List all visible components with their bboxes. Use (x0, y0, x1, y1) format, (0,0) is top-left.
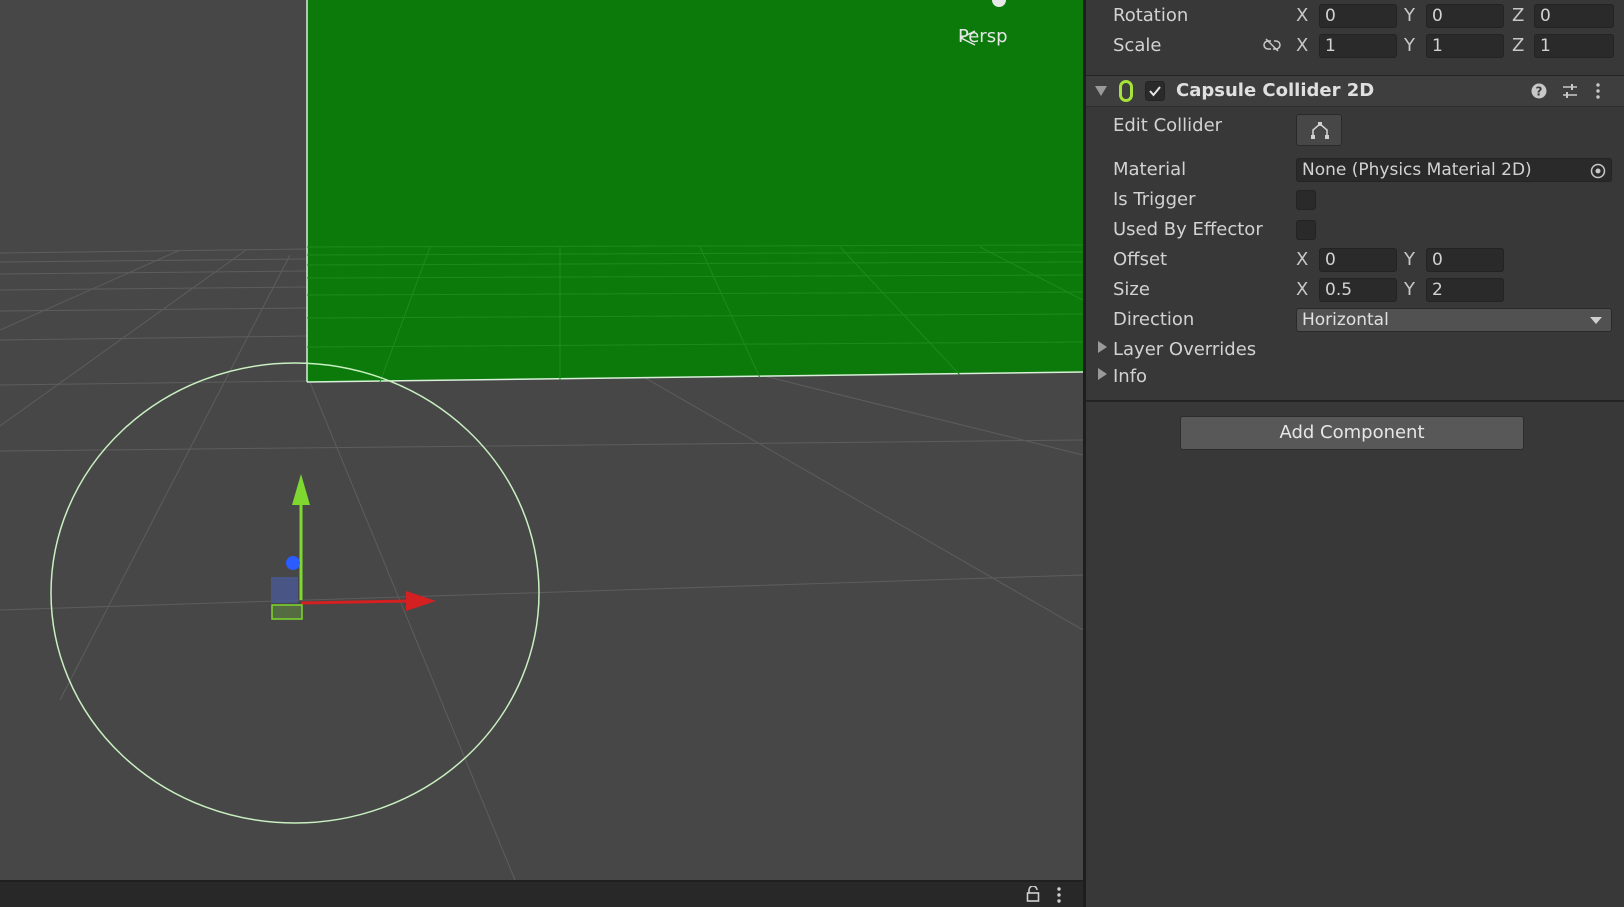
scale-x-field[interactable]: 1 (1319, 34, 1397, 58)
component-divider (1086, 400, 1624, 402)
scene-status-bar (0, 880, 1083, 907)
rotation-x-field[interactable]: 0 (1319, 4, 1397, 28)
size-y-field[interactable]: 2 (1426, 278, 1504, 302)
direction-selected-value: Horizontal (1302, 310, 1389, 330)
offset-y-axis-label[interactable]: Y (1404, 249, 1415, 270)
offset-row: Offset X 0 Y 0 (1086, 246, 1624, 276)
unlinked-chain-icon[interactable] (1262, 38, 1282, 52)
size-y-axis-label[interactable]: Y (1404, 279, 1415, 300)
foldout-collapsed-icon[interactable] (1098, 368, 1107, 380)
component-menu-icon[interactable] (1594, 82, 1602, 100)
edit-collider-label: Edit Collider (1113, 115, 1223, 136)
svg-text:?: ? (1536, 85, 1543, 99)
size-label[interactable]: Size (1113, 279, 1150, 300)
persp-label[interactable]: Persp (958, 26, 1008, 47)
is-trigger-label: Is Trigger (1113, 189, 1196, 210)
offset-label[interactable]: Offset (1113, 249, 1167, 270)
used-by-effector-row: Used By Effector (1086, 216, 1624, 246)
material-row: Material None (Physics Material 2D) (1086, 156, 1624, 186)
size-row: Size X 0.5 Y 2 (1086, 276, 1624, 306)
offset-y-field[interactable]: 0 (1426, 248, 1504, 272)
scene-view[interactable]: Persp (0, 0, 1083, 880)
edit-collider-icon (1311, 122, 1329, 139)
capsule-collider-icon (1119, 80, 1133, 102)
chevron-down-icon (1590, 317, 1602, 324)
rotation-z-field[interactable]: 0 (1534, 4, 1614, 28)
scale-y-axis-label[interactable]: Y (1404, 35, 1415, 56)
direction-dropdown[interactable]: Horizontal (1296, 308, 1612, 332)
offset-x-field[interactable]: 0 (1319, 248, 1397, 272)
size-x-axis-label[interactable]: X (1296, 279, 1308, 300)
capsule-collider-header[interactable]: Capsule Collider 2D ? (1086, 75, 1624, 107)
foldout-expanded-icon[interactable] (1095, 86, 1107, 96)
scale-y-field[interactable]: 1 (1426, 34, 1504, 58)
direction-label: Direction (1113, 309, 1195, 330)
add-component-button[interactable]: Add Component (1180, 416, 1524, 450)
component-title: Capsule Collider 2D (1176, 80, 1375, 101)
layer-overrides-label[interactable]: Layer Overrides (1113, 339, 1256, 360)
direction-row: Direction Horizontal (1086, 306, 1624, 336)
used-by-effector-checkbox[interactable] (1296, 220, 1316, 240)
info-foldout[interactable]: Info (1086, 363, 1624, 393)
green-plane (307, 0, 1083, 382)
scene-canvas[interactable] (0, 0, 1083, 880)
help-icon[interactable]: ? (1531, 83, 1547, 99)
enabled-checkbox[interactable] (1145, 81, 1165, 101)
kebab-menu-icon[interactable] (1055, 886, 1063, 904)
rotation-label[interactable]: Rotation (1113, 5, 1188, 26)
foldout-collapsed-icon[interactable] (1098, 341, 1107, 353)
scale-x-axis-label[interactable]: X (1296, 35, 1308, 56)
scale-z-axis-label[interactable]: Z (1512, 35, 1524, 56)
scale-row: Scale X 1 Y 1 Z 1 (1086, 32, 1624, 62)
edit-collider-button[interactable] (1296, 114, 1342, 146)
scale-label[interactable]: Scale (1113, 35, 1161, 56)
rotation-y-field[interactable]: 0 (1426, 4, 1504, 28)
presets-icon[interactable] (1562, 83, 1578, 99)
is-trigger-checkbox[interactable] (1296, 190, 1316, 210)
rotation-z-axis-label[interactable]: Z (1512, 5, 1524, 26)
info-label[interactable]: Info (1113, 366, 1147, 387)
object-picker-icon[interactable] (1590, 163, 1606, 179)
rotation-row: Rotation X 0 Y 0 Z 0 (1086, 2, 1624, 32)
size-x-field[interactable]: 0.5 (1319, 278, 1397, 302)
layer-overrides-foldout[interactable]: Layer Overrides (1086, 336, 1624, 366)
offset-x-axis-label[interactable]: X (1296, 249, 1308, 270)
used-by-effector-label: Used By Effector (1113, 219, 1263, 240)
rotation-y-axis-label[interactable]: Y (1404, 5, 1415, 26)
is-trigger-row: Is Trigger (1086, 186, 1624, 216)
lock-icon[interactable] (1026, 886, 1040, 902)
edit-collider-row: Edit Collider (1086, 112, 1624, 148)
material-object-field[interactable]: None (Physics Material 2D) (1296, 158, 1612, 182)
rotation-x-axis-label[interactable]: X (1296, 5, 1308, 26)
inspector-panel: Rotation X 0 Y 0 Z 0 Scale X 1 Y 1 Z 1 C… (1086, 0, 1624, 907)
move-gizmo (271, 474, 436, 620)
material-label: Material (1113, 159, 1187, 180)
scale-z-field[interactable]: 1 (1534, 34, 1614, 58)
